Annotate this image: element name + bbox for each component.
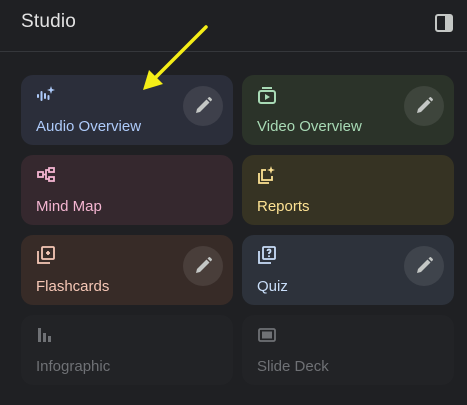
studio-title: Studio: [21, 11, 77, 32]
infographic-card: Infographic: [21, 315, 233, 385]
edit-video-overview-button[interactable]: [404, 86, 444, 126]
slide-deck-card: Slide Deck: [242, 315, 454, 385]
reports-icon: [258, 166, 276, 184]
card-label: Flashcards: [36, 278, 110, 295]
pencil-icon: [417, 257, 433, 273]
bar-chart-icon: [37, 326, 55, 344]
pencil-icon: [196, 257, 212, 273]
pencil-icon: [196, 97, 212, 113]
quiz-card[interactable]: Quiz: [242, 235, 454, 305]
mind-map-card[interactable]: Mind Map: [21, 155, 233, 225]
edit-flashcards-button[interactable]: [183, 246, 223, 286]
dock-right-icon[interactable]: [435, 14, 453, 32]
pencil-icon: [417, 97, 433, 113]
card-label: Audio Overview: [36, 118, 142, 135]
edit-audio-overview-button[interactable]: [183, 86, 223, 126]
audio-overview-card[interactable]: Audio Overview: [21, 75, 233, 145]
studio-header: Studio: [0, 0, 467, 52]
mind-map-icon: [37, 166, 55, 184]
video-icon: [258, 86, 276, 104]
edit-quiz-button[interactable]: [404, 246, 444, 286]
flashcards-card[interactable]: Flashcards: [21, 235, 233, 305]
card-label: Quiz: [257, 278, 288, 295]
card-label: Reports: [257, 198, 310, 215]
reports-card[interactable]: Reports: [242, 155, 454, 225]
card-label: Mind Map: [36, 198, 102, 215]
audio-spark-icon: [37, 86, 55, 104]
slides-icon: [258, 326, 276, 344]
card-label: Infographic: [36, 358, 111, 375]
flashcards-icon: [37, 246, 55, 264]
video-overview-card[interactable]: Video Overview: [242, 75, 454, 145]
card-label: Video Overview: [257, 118, 362, 135]
card-label: Slide Deck: [257, 358, 329, 375]
quiz-icon: [258, 246, 276, 264]
